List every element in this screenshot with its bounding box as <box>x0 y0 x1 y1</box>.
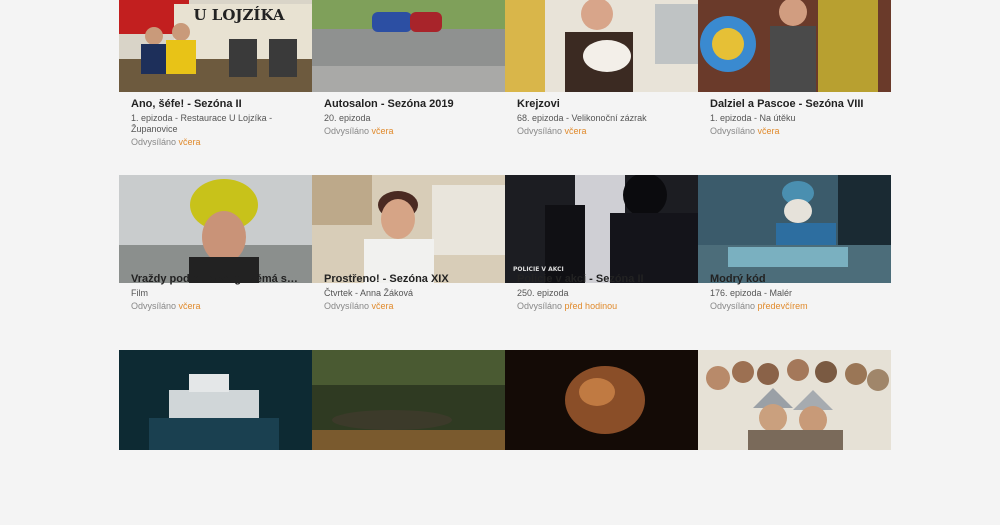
program-thumbnail[interactable] <box>312 0 505 92</box>
aired-label: Odvysíláno <box>324 126 370 136</box>
aired-info: Odvysíláno včera <box>710 125 883 137</box>
aired-when: včera <box>371 301 394 311</box>
program-thumbnail[interactable] <box>312 350 505 450</box>
aired-info: Odvysíláno včera <box>131 300 304 312</box>
program-card[interactable] <box>698 350 891 525</box>
program-title[interactable]: Prostřeno! - Sezóna XIX <box>324 272 497 286</box>
aired-when: včera <box>178 301 201 311</box>
program-title[interactable]: Vraždy podle Solveig: Němá svědkyně <box>131 272 304 286</box>
program-thumbnail[interactable] <box>698 0 891 92</box>
episode-info: 250. epizoda <box>517 288 569 298</box>
program-thumbnail[interactable] <box>698 350 891 450</box>
aired-label: Odvysíláno <box>517 301 563 311</box>
aired-label: Odvysíláno <box>710 126 756 136</box>
aired-when: před hodinou <box>564 301 618 311</box>
aired-when: včera <box>178 137 201 147</box>
aired-label: Odvysíláno <box>324 301 370 311</box>
aired-info: Odvysíláno předevčírem <box>710 300 883 312</box>
aired-when: včera <box>757 126 780 136</box>
program-card[interactable] <box>312 350 505 525</box>
program-title[interactable]: Ano, šéfe! - Sezóna II <box>131 97 304 111</box>
aired-when: včera <box>564 126 587 136</box>
program-grid: U LOJZÍKA Ano, šéfe! - Sezóna II 1. epiz… <box>119 0 891 525</box>
episode-info: 68. epizoda - Velikonoční zázrak <box>517 113 647 123</box>
program-thumbnail[interactable] <box>119 350 312 450</box>
program-title[interactable]: Policie v akci - Sezóna II <box>517 272 690 286</box>
aired-info: Odvysíláno včera <box>131 136 304 148</box>
episode-info: 176. epizoda - Malér <box>710 288 793 298</box>
program-card[interactable] <box>119 350 312 525</box>
program-card[interactable]: Dalziel a Pascoe - Sezóna VIII 1. epizod… <box>698 0 891 175</box>
program-title[interactable]: Dalziel a Pascoe - Sezóna VIII <box>710 97 883 111</box>
program-thumbnail[interactable] <box>505 0 698 92</box>
program-thumbnail[interactable]: POLICIE V AKCI <box>505 175 698 283</box>
episode-info: 1. epizoda - Na útěku <box>710 113 796 123</box>
program-card[interactable] <box>505 350 698 525</box>
aired-info: Odvysíláno včera <box>324 300 497 312</box>
program-card[interactable]: Krejzovi 68. epizoda - Velikonoční zázra… <box>505 0 698 175</box>
aired-when: předevčírem <box>757 301 808 311</box>
program-title[interactable]: Autosalon - Sezóna 2019 <box>324 97 497 111</box>
program-thumbnail[interactable]: U LOJZÍKA <box>119 0 312 92</box>
program-card[interactable]: Autosalon - Sezóna 2019 20. epizoda Odvy… <box>312 0 505 175</box>
aired-info: Odvysíláno před hodinou <box>517 300 690 312</box>
episode-info: 1. epizoda - Restaurace U Lojzíka - Župa… <box>131 113 273 134</box>
program-card[interactable]: Prostřeno! - Sezóna XIX Čtvrtek - Anna Ž… <box>312 175 505 350</box>
program-thumbnail[interactable] <box>119 175 312 283</box>
program-title[interactable]: Modrý kód <box>710 272 883 286</box>
aired-label: Odvysíláno <box>131 301 177 311</box>
program-thumbnail[interactable] <box>505 350 698 450</box>
program-title[interactable]: Krejzovi <box>517 97 690 111</box>
aired-label: Odvysíláno <box>710 301 756 311</box>
aired-info: Odvysíláno včera <box>517 125 690 137</box>
program-card[interactable]: Vraždy podle Solveig: Němá svědkyně Film… <box>119 175 312 350</box>
aired-when: včera <box>371 126 394 136</box>
program-card[interactable]: Modrý kód 176. epizoda - Malér Odvysílán… <box>698 175 891 350</box>
episode-info: Film <box>131 288 148 298</box>
program-card[interactable]: U LOJZÍKA Ano, šéfe! - Sezóna II 1. epiz… <box>119 0 312 175</box>
thumbnail-sign-text: U LOJZÍKA <box>193 6 284 24</box>
episode-info: 20. epizoda <box>324 113 371 123</box>
program-thumbnail[interactable] <box>312 175 505 283</box>
aired-label: Odvysíláno <box>131 137 177 147</box>
episode-info: Čtvrtek - Anna Žáková <box>324 288 414 298</box>
program-thumbnail[interactable] <box>698 175 891 283</box>
aired-info: Odvysíláno včera <box>324 125 497 137</box>
aired-label: Odvysíláno <box>517 126 563 136</box>
program-card[interactable]: POLICIE V AKCI Policie v akci - Sezóna I… <box>505 175 698 350</box>
